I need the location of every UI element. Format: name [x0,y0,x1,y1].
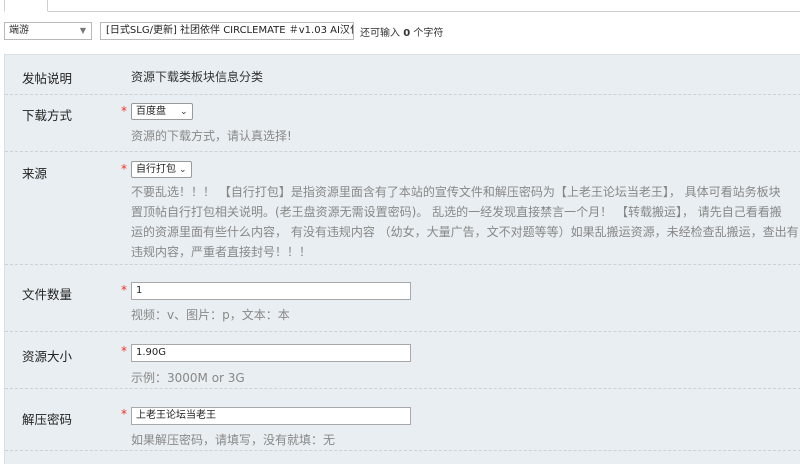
resource-size-label: 资源大小 [22,349,73,364]
tab-strip [0,0,800,12]
required-star: * [121,283,127,297]
chevron-down-icon: ⌄ [180,107,188,117]
unzip-password-input[interactable]: 上老王论坛当老王 [131,407,411,425]
download-method-field: 百度盘 ⌄ [131,103,193,120]
char-remaining: 还可输入 0 个字符 [360,28,444,39]
post-options-panel: 发帖说明 资源下载类板块信息分类 下载方式 * 百度盘 ⌄ 资源的下载方式，请认真… [4,54,800,464]
char-remaining-count: 0 [403,28,411,39]
source-help-line: 不要乱选！！！ 【自行打包】是指资源里面含有了本站的宣传文件和解压密码为【上老王… [131,185,781,199]
file-count-label: 文件数量 [22,287,73,302]
source-select[interactable]: 自行打包 ⌄ [131,161,192,178]
row-download-method: 下载方式 * 百度盘 ⌄ 资源的下载方式，请认真选择! [5,95,800,152]
intro-label: 发帖说明 [22,71,73,86]
resource-size-help: 示例：3000M or 3G [131,371,245,385]
unzip-password-help: 如果解压密码，请填写，没有就填：无 [131,433,336,447]
download-method-help: 资源的下载方式，请认真选择! [131,129,292,143]
file-count-input[interactable]: 1 [131,282,411,300]
required-star: * [121,344,127,358]
file-count-field: 1 [131,282,411,300]
intro-text: 资源下载类板块信息分类 [131,70,264,84]
download-method-select[interactable]: 百度盘 ⌄ [131,103,193,120]
row-intro: 发帖说明 资源下载类板块信息分类 [5,55,800,95]
source-label: 来源 [22,166,48,181]
source-help: 不要乱选！！！ 【自行打包】是指资源里面含有了本站的宣传文件和解压密码为【上老王… [131,182,800,258]
row-resource-size: 资源大小 * 1.90G 示例：3000M or 3G [5,332,800,389]
source-help-line: 置顶帖自行打包相关说明。(老王盘资源无需设置密码)。 乱选的一经发现直接禁言一个… [131,205,782,219]
unzip-password-label: 解压密码 [22,412,73,427]
subject-row: 端游 ▼ [日式SLG/更新] 社团依伴 CIRCLEMATE ＃v1.03 A… [4,22,800,42]
tab-divider [48,11,800,12]
source-help-line: 违规内容，严重者直接封号！！！ [131,245,312,258]
active-tab[interactable] [4,0,48,12]
required-star: * [121,104,127,118]
resource-size-input[interactable]: 1.90G [131,344,411,362]
thread-type-select[interactable]: 端游 ▼ [4,22,92,40]
unzip-password-field: 上老王论坛当老王 [131,407,411,425]
thread-type-value: 端游 [9,25,29,36]
download-method-label: 下载方式 [22,108,73,123]
source-help-line: 运的资源里面有些什么内容， 有没有违规内容 （幼女，大量广告，文不对题等等）如果… [131,225,799,239]
resource-size-field: 1.90G [131,344,411,362]
thread-title-input[interactable]: [日式SLG/更新] 社团依伴 CIRCLEMATE ＃v1.03 AI汉化 [100,22,354,40]
required-star: * [121,407,127,421]
row-unzip-password: 解压密码 * 上老王论坛当老王 如果解压密码，请填写，没有就填：无 [5,389,800,451]
required-star: * [121,162,127,176]
source-field: 自行打包 ⌄ [131,161,192,178]
row-file-count: 文件数量 * 1 视频：v、图片：p，文本：本 [5,265,800,332]
row-source: 来源 * 自行打包 ⌄ 不要乱选！！！ 【自行打包】是指资源里面含有了本站的宣传文… [5,152,800,265]
file-count-help: 视频：v、图片：p，文本：本 [131,308,290,322]
chevron-down-icon: ▼ [79,26,86,35]
chevron-down-icon: ⌄ [179,165,187,175]
